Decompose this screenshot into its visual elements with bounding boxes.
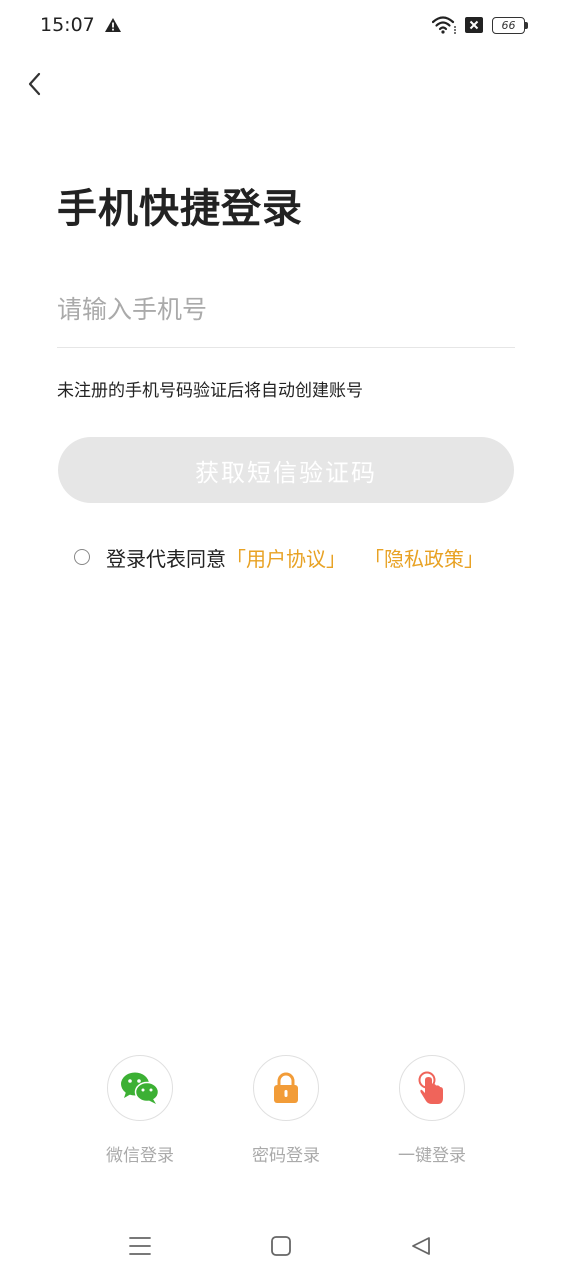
password-login-button[interactable]: 密码登录 — [231, 1055, 341, 1166]
agreement-prefix: 登录代表同意 — [106, 546, 226, 571]
back-nav-button[interactable] — [407, 1232, 435, 1260]
triangle-back-icon — [412, 1237, 430, 1255]
agreement-row: 登录代表同意 「用户协议」 「隐私政策」 — [74, 542, 484, 572]
warning-icon — [105, 18, 121, 32]
wifi-icon — [432, 16, 456, 34]
wechat-login-label: 微信登录 — [106, 1146, 174, 1166]
back-button[interactable] — [18, 68, 50, 100]
battery-level: 66 — [501, 19, 516, 32]
get-sms-code-button[interactable]: 获取短信验证码 — [58, 437, 514, 503]
password-login-circle — [253, 1055, 319, 1121]
user-agreement-link[interactable]: 「用户协议」 — [226, 543, 346, 572]
wechat-login-circle — [107, 1055, 173, 1121]
agreement-radio[interactable] — [74, 549, 90, 565]
tap-icon — [418, 1071, 443, 1104]
one-tap-login-label: 一键登录 — [398, 1146, 466, 1166]
privacy-policy-link[interactable]: 「隐私政策」 — [364, 543, 484, 572]
wechat-login-button[interactable]: 微信登录 — [85, 1055, 195, 1166]
home-nav-button[interactable] — [267, 1232, 295, 1260]
chevron-left-icon — [28, 72, 41, 96]
square-home-icon — [271, 1236, 291, 1256]
phone-input[interactable] — [57, 284, 515, 334]
lock-icon — [274, 1072, 298, 1103]
system-nav-bar — [0, 1210, 572, 1280]
menu-nav-button[interactable] — [126, 1232, 154, 1260]
one-tap-login-circle — [399, 1055, 465, 1121]
battery-indicator: 66 — [492, 17, 528, 34]
register-hint: 未注册的手机号码验证后将自动创建账号 — [57, 381, 363, 401]
one-tap-login-button[interactable]: 一键登录 — [377, 1055, 487, 1166]
page-title: 手机快捷登录 — [57, 186, 303, 232]
password-login-label: 密码登录 — [252, 1146, 320, 1166]
input-divider — [57, 347, 515, 348]
status-time: 15:07 — [40, 14, 95, 36]
no-sim-icon — [465, 17, 483, 33]
status-bar: 15:07 66 — [0, 0, 572, 52]
menu-icon — [129, 1237, 151, 1255]
wechat-icon — [121, 1072, 160, 1104]
